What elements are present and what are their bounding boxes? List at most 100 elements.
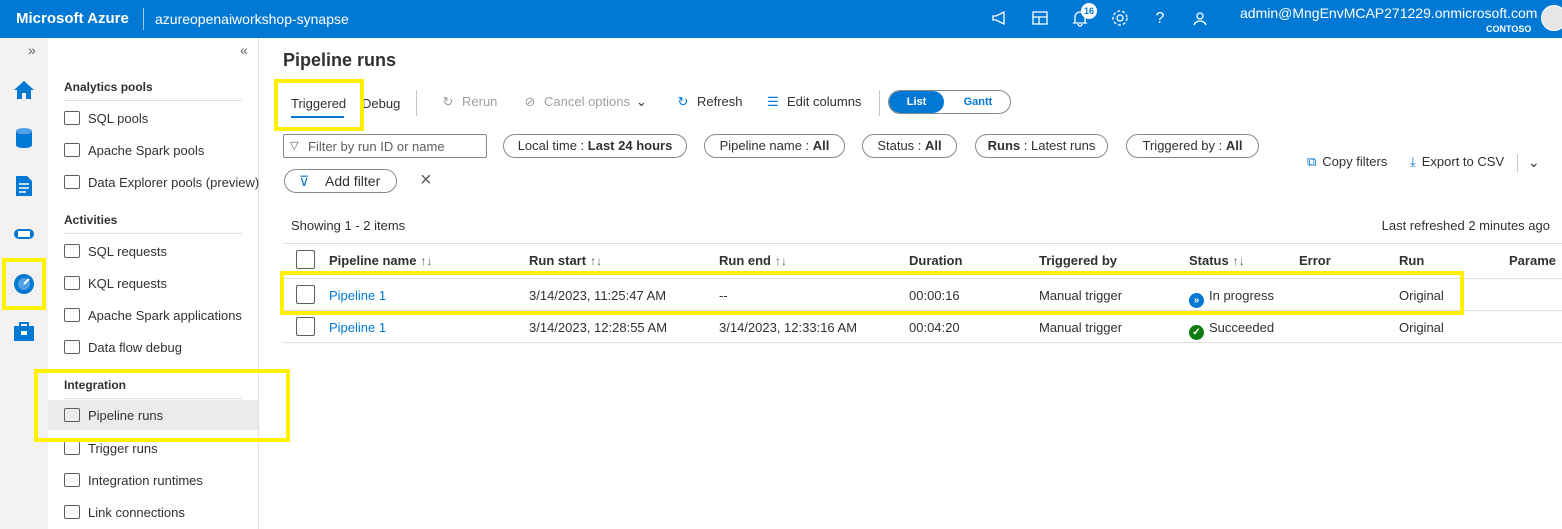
gear-icon[interactable] (1110, 9, 1130, 29)
column-label: Pipeline name (329, 253, 417, 268)
columns-icon: ☰ (767, 94, 779, 109)
nav-item-link-connections[interactable]: Link connections (48, 497, 258, 527)
nav-item-spark-applications[interactable]: Apache Spark applications (48, 300, 258, 330)
kql-requests-icon (64, 276, 80, 290)
divider (1517, 154, 1518, 172)
develop-icon[interactable] (12, 174, 36, 198)
expand-icon[interactable]: » (28, 42, 36, 58)
workspace-name[interactable]: azureopenaiworkshop-synapse (155, 11, 349, 27)
column-header-run-start[interactable]: Run start ↑↓ (529, 253, 602, 268)
triggered-by-filter[interactable]: Triggered by : All (1126, 134, 1259, 158)
cancel-options-button[interactable]: ⊘ Cancel options ⌄ (522, 94, 647, 116)
column-header-run-end[interactable]: Run end ↑↓ (719, 253, 787, 268)
divider (143, 8, 144, 30)
run-end: 3/14/2023, 12:33:16 AM (719, 320, 858, 335)
column-header-parameters[interactable]: Parame (1509, 253, 1556, 268)
local-time-filter[interactable]: Local time : Last 24 hours (503, 134, 687, 158)
search-field[interactable]: ▽ (283, 134, 487, 158)
manage-icon[interactable] (12, 320, 36, 344)
runs-filter[interactable]: Runs : Latest runs (975, 134, 1108, 158)
spark-app-icon (64, 308, 80, 322)
section-activities: Activities (64, 213, 118, 227)
tab-debug[interactable]: Debug (362, 96, 400, 111)
highlight-in-progress-row (280, 271, 1464, 315)
refresh-button[interactable]: ↻ Refresh (675, 94, 743, 116)
nav-item-label: SQL pools (88, 111, 149, 126)
copy-filters-button[interactable]: ⧉ Copy filters (1307, 154, 1387, 170)
data-explorer-icon (64, 175, 80, 189)
edit-columns-label: Edit columns (787, 94, 862, 109)
view-gantt-option[interactable]: Gantt (949, 91, 1007, 113)
nav-item-label: Trigger runs (88, 441, 158, 456)
collapse-icon[interactable]: « (240, 42, 248, 58)
divider (64, 233, 242, 234)
link-icon (64, 505, 80, 519)
column-label: Run end (719, 253, 771, 268)
column-header-triggered-by[interactable]: Triggered by (1039, 253, 1117, 268)
triggered-by: Manual trigger (1039, 320, 1123, 335)
view-toggle[interactable]: List Gantt (888, 90, 1011, 114)
status-filter[interactable]: Status : All (862, 134, 957, 158)
home-icon[interactable] (12, 78, 36, 102)
feedback-icon[interactable] (1190, 9, 1210, 29)
avatar[interactable] (1541, 5, 1562, 31)
top-bar: Microsoft Azure azureopenaiworkshop-syna… (0, 0, 1562, 38)
cancel-label: Cancel options (544, 94, 630, 109)
nav-item-kql-requests[interactable]: KQL requests (48, 268, 258, 298)
column-header-duration[interactable]: Duration (909, 253, 962, 268)
nav-panel: « Analytics pools SQL pools Apache Spark… (48, 38, 259, 529)
copy-filters-label: Copy filters (1322, 154, 1388, 169)
data-icon[interactable] (12, 126, 36, 150)
nav-item-data-flow-debug[interactable]: Data flow debug (48, 332, 258, 362)
nav-item-label: KQL requests (88, 276, 168, 291)
highlight-monitor (2, 258, 46, 310)
edit-columns-button[interactable]: ☰ Edit columns (765, 94, 861, 116)
user-account[interactable]: admin@MngEnvMCAP271229.onmicrosoft.com (1240, 5, 1537, 21)
sort-icon[interactable]: ↑↓ (590, 254, 602, 268)
highlight-pipeline-runs (34, 369, 290, 442)
rerun-label: Rerun (462, 94, 498, 109)
nav-item-sql-requests[interactable]: SQL requests (48, 236, 258, 266)
add-filter-button[interactable]: ⊽ Add filter (284, 169, 397, 193)
sort-icon[interactable]: ↑↓ (775, 254, 787, 268)
nav-item-spark-pools[interactable]: Apache Spark pools (48, 135, 258, 165)
nav-item-label: Data Explorer pools (preview) (88, 175, 260, 190)
column-label: Status (1189, 253, 1229, 268)
megaphone-icon[interactable] (990, 9, 1010, 29)
last-refreshed: Last refreshed 2 minutes ago (1381, 218, 1550, 233)
portal-icon[interactable] (1030, 9, 1050, 29)
select-all-checkbox[interactable] (296, 250, 315, 269)
column-header-pipeline-name[interactable]: Pipeline name ↑↓ (329, 253, 432, 268)
column-header-error[interactable]: Error (1299, 253, 1331, 268)
close-icon[interactable]: × (420, 169, 432, 192)
run-start: 3/14/2023, 12:28:55 AM (529, 320, 668, 335)
nav-item-data-explorer-pools[interactable]: Data Explorer pools (preview) (48, 167, 260, 197)
row-checkbox[interactable] (296, 317, 315, 336)
filter-label: Triggered by : (1142, 138, 1226, 153)
rerun-button[interactable]: ↻ Rerun (440, 94, 498, 116)
column-header-status[interactable]: Status ↑↓ (1189, 253, 1245, 268)
spark-pool-icon (64, 143, 80, 157)
help-icon[interactable]: ? (1150, 9, 1170, 29)
runtime-icon (64, 473, 80, 487)
nav-item-label: Apache Spark pools (88, 143, 205, 158)
nav-item-integration-runtimes[interactable]: Integration runtimes (48, 465, 258, 495)
sort-icon[interactable]: ↑↓ (1233, 254, 1245, 268)
nav-item-sql-pools[interactable]: SQL pools (48, 103, 258, 133)
status-text: Succeeded (1209, 320, 1275, 335)
brand-title[interactable]: Microsoft Azure (16, 10, 129, 27)
add-filter-label: Add filter (325, 173, 381, 189)
pipeline-name-filter[interactable]: Pipeline name : All (704, 134, 845, 158)
integrate-icon[interactable] (12, 222, 36, 246)
duration: 00:04:20 (909, 320, 960, 335)
pipeline-name-link[interactable]: Pipeline 1 (329, 320, 386, 335)
column-header-run[interactable]: Run (1399, 253, 1424, 268)
export-csv-button[interactable]: ⤓ Export to CSV (1410, 154, 1504, 170)
sort-icon[interactable]: ↑↓ (420, 254, 432, 268)
page-title: Pipeline runs (283, 50, 397, 70)
chevron-down-icon[interactable]: ⌄ (1528, 154, 1540, 171)
divider (283, 342, 1562, 343)
nav-item-label: Integration runtimes (88, 473, 203, 488)
search-input[interactable] (308, 137, 484, 155)
view-list-option[interactable]: List (889, 91, 944, 113)
